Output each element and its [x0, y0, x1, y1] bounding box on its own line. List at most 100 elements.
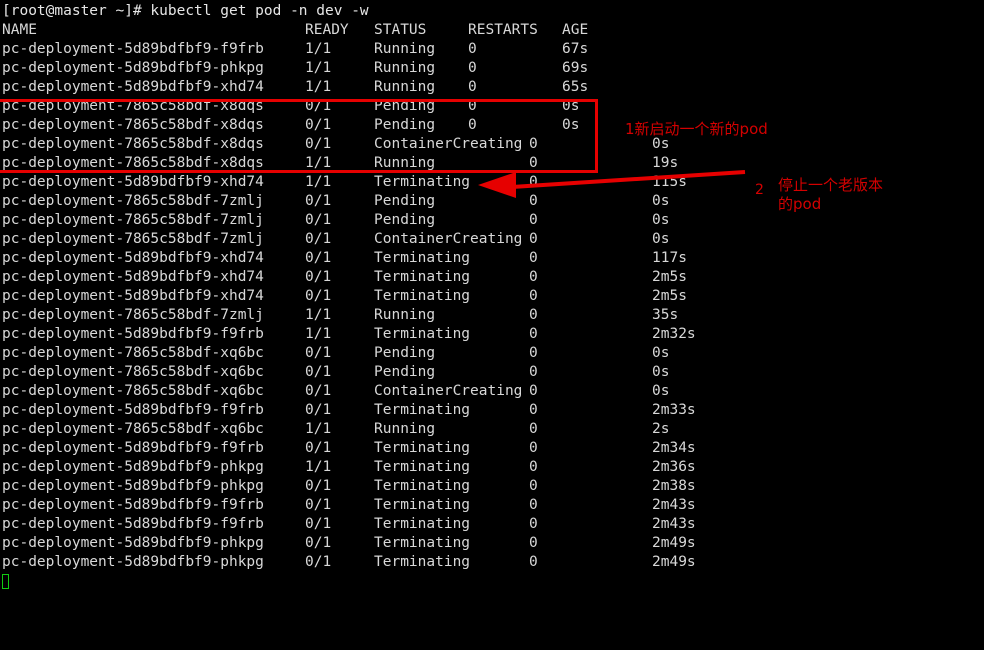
table-row: pc-deployment-5d89bdfbf9-xhd74 0/1 Termina… — [2, 249, 982, 268]
pod-name: pc-deployment-7865c58bdf-7zmlj — [2, 193, 264, 209]
pod-status: Running — [374, 307, 436, 323]
pod-status: Terminating — [374, 516, 471, 532]
pod-ready: 1/1 — [305, 174, 332, 190]
pod-status: Pending — [374, 193, 436, 209]
pod-ready: 0/1 — [305, 383, 332, 399]
pod-age: 2m49s — [652, 535, 696, 551]
table-row: pc-deployment-7865c58bdf-x8dqs 0/1 Pending… — [2, 116, 982, 135]
terminal-window[interactable]: [root@master ~]# kubectl get pod -n dev … — [0, 0, 984, 650]
pod-ready: 0/1 — [305, 212, 332, 228]
pod-status: Pending — [374, 364, 436, 380]
pod-name: pc-deployment-5d89bdfbf9-f9frb — [2, 41, 264, 57]
pod-status: Terminating — [374, 459, 471, 475]
pod-ready: 0/1 — [305, 364, 332, 380]
pod-ready: 0/1 — [305, 440, 332, 456]
table-row: pc-deployment-5d89bdfbf9-phkpg 0/1 Termina… — [2, 477, 982, 496]
pod-age: 115s — [652, 174, 687, 190]
pod-ready: 0/1 — [305, 402, 332, 418]
table-row: pc-deployment-5d89bdfbf9-f9frb 0/1 Termina… — [2, 496, 982, 515]
pod-restarts: 0 — [529, 421, 538, 437]
pod-restarts: 0 — [468, 41, 477, 57]
column-header-age: AGE — [562, 22, 589, 38]
pod-age: 2m34s — [652, 440, 696, 456]
pod-name: pc-deployment-5d89bdfbf9-xhd74 — [2, 250, 264, 266]
table-row: pc-deployment-5d89bdfbf9-phkpg 1/1 Running… — [2, 59, 982, 78]
pod-age: 19s — [652, 155, 679, 171]
pod-ready: 1/1 — [305, 421, 332, 437]
pod-restarts: 0 — [529, 269, 538, 285]
pod-restarts: 0 — [529, 231, 538, 247]
column-header-status: STATUS — [374, 22, 427, 38]
pod-age: 2m43s — [652, 497, 696, 513]
pod-age: 2m43s — [652, 516, 696, 532]
pod-ready: 0/1 — [305, 535, 332, 551]
pod-restarts: 0 — [468, 117, 477, 133]
table-row: pc-deployment-7865c58bdf-xq6bc 0/1 Pending… — [2, 344, 982, 363]
pod-status: Terminating — [374, 402, 471, 418]
table-row: pc-deployment-7865c58bdf-xq6bc 1/1 Running… — [2, 420, 982, 439]
pod-name: pc-deployment-7865c58bdf-7zmlj — [2, 212, 264, 228]
pod-ready: 0/1 — [305, 478, 332, 494]
pod-ready: 0/1 — [305, 516, 332, 532]
pod-age: 0s — [652, 364, 670, 380]
pod-status: Terminating — [374, 535, 471, 551]
pod-restarts: 0 — [529, 364, 538, 380]
pod-name: pc-deployment-7865c58bdf-7zmlj — [2, 307, 264, 323]
pod-status: Terminating — [374, 288, 471, 304]
pod-name: pc-deployment-7865c58bdf-xq6bc — [2, 345, 264, 361]
pod-age: 2m36s — [652, 459, 696, 475]
pod-ready: 1/1 — [305, 459, 332, 475]
pod-status: Pending — [374, 212, 436, 228]
pod-ready: 1/1 — [305, 41, 332, 57]
pod-restarts: 0 — [529, 174, 538, 190]
annotation-new-pod: 1新启动一个新的pod — [625, 120, 768, 139]
column-header-name: NAME — [2, 22, 37, 38]
annotation-old-pod: 停止一个老版本 的pod — [778, 176, 883, 214]
annotation-new-pod-text: 新启动一个新的pod — [634, 120, 768, 138]
pod-restarts: 0 — [529, 212, 538, 228]
pod-name: pc-deployment-5d89bdfbf9-f9frb — [2, 402, 264, 418]
pod-ready: 0/1 — [305, 250, 332, 266]
pod-name: pc-deployment-7865c58bdf-xq6bc — [2, 383, 264, 399]
pod-name: pc-deployment-5d89bdfbf9-phkpg — [2, 535, 264, 551]
pod-name: pc-deployment-7865c58bdf-xq6bc — [2, 421, 264, 437]
table-row: pc-deployment-7865c58bdf-x8dqs 0/1 Contain… — [2, 135, 982, 154]
pod-status: Terminating — [374, 440, 471, 456]
pod-status: Pending — [374, 345, 436, 361]
pod-age: 117s — [652, 250, 687, 266]
pod-status: Terminating — [374, 269, 471, 285]
pod-ready: 0/1 — [305, 345, 332, 361]
pod-age: 2m38s — [652, 478, 696, 494]
pod-name: pc-deployment-5d89bdfbf9-xhd74 — [2, 79, 264, 95]
table-row: pc-deployment-5d89bdfbf9-phkpg 1/1 Termina… — [2, 458, 982, 477]
pod-name: pc-deployment-5d89bdfbf9-f9frb — [2, 440, 264, 456]
pod-age: 0s — [652, 345, 670, 361]
pod-name: pc-deployment-5d89bdfbf9-f9frb — [2, 326, 264, 342]
pod-name: pc-deployment-5d89bdfbf9-phkpg — [2, 554, 264, 570]
pod-status: Terminating — [374, 554, 471, 570]
pod-restarts: 0 — [529, 250, 538, 266]
pod-restarts: 0 — [529, 345, 538, 361]
pod-rows: pc-deployment-5d89bdfbf9-f9frb 1/1 Running… — [2, 40, 982, 572]
table-row: pc-deployment-5d89bdfbf9-xhd74 1/1 Running… — [2, 78, 982, 97]
pod-status: Terminating — [374, 174, 471, 190]
pod-name: pc-deployment-5d89bdfbf9-xhd74 — [2, 269, 264, 285]
table-row: pc-deployment-7865c58bdf-x8dqs 1/1 Running… — [2, 154, 982, 173]
pod-name: pc-deployment-5d89bdfbf9-phkpg — [2, 478, 264, 494]
pod-name: pc-deployment-7865c58bdf-x8dqs — [2, 98, 264, 114]
pod-ready: 1/1 — [305, 155, 332, 171]
pod-name: pc-deployment-7865c58bdf-x8dqs — [2, 155, 264, 171]
pod-name: pc-deployment-5d89bdfbf9-phkpg — [2, 60, 264, 76]
text-cursor[interactable] — [2, 574, 9, 589]
table-row: pc-deployment-5d89bdfbf9-xhd74 0/1 Termina… — [2, 268, 982, 287]
pod-restarts: 0 — [529, 383, 538, 399]
pod-name: pc-deployment-5d89bdfbf9-xhd74 — [2, 288, 264, 304]
table-row: pc-deployment-5d89bdfbf9-f9frb 0/1 Termina… — [2, 439, 982, 458]
pod-name: pc-deployment-7865c58bdf-7zmlj — [2, 231, 264, 247]
pod-restarts: 0 — [529, 554, 538, 570]
pod-restarts: 0 — [468, 60, 477, 76]
pod-restarts: 0 — [529, 402, 538, 418]
pod-restarts: 0 — [529, 440, 538, 456]
pod-name: pc-deployment-5d89bdfbf9-phkpg — [2, 459, 264, 475]
table-header-row: NAME READY STATUS RESTARTS AGE — [2, 21, 982, 40]
